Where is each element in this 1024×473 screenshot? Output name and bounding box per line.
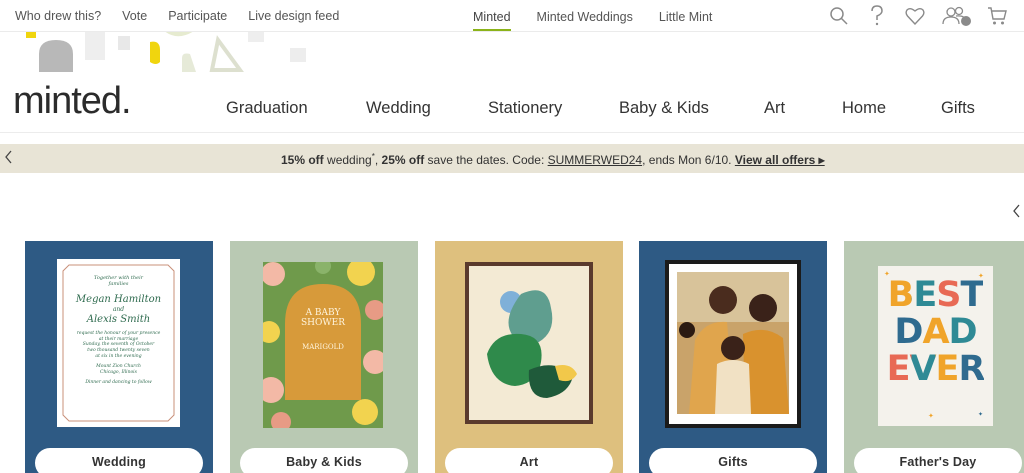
promo-text: 15% off wedding*, 25% off save the dates… xyxy=(281,152,825,167)
heart-icon[interactable] xyxy=(904,5,926,27)
card-label-baby-kids[interactable]: Baby & Kids xyxy=(240,448,408,473)
invite-name-1: Megan Hamilton xyxy=(75,293,162,305)
shower-line-3: MARIGOLD xyxy=(302,342,344,351)
nav-gifts[interactable]: Gifts xyxy=(941,99,975,118)
nav-graduation[interactable]: Graduation xyxy=(226,99,308,118)
nav-stationery[interactable]: Stationery xyxy=(488,99,562,118)
link-participate[interactable]: Participate xyxy=(168,9,227,23)
nav-home[interactable]: Home xyxy=(842,99,886,118)
category-card-fathers-day[interactable]: BEST DAD EVER ✦ ✦ ✦ ✦ Father's Day xyxy=(844,241,1024,473)
utility-links: Who drew this? Vote Participate Live des… xyxy=(15,9,360,23)
svg-text:✦: ✦ xyxy=(928,412,934,420)
shower-line-2: SHOWER xyxy=(301,318,345,329)
utility-bar: Who drew this? Vote Participate Live des… xyxy=(0,0,1024,32)
promo-prev-arrow-icon[interactable] xyxy=(4,150,14,167)
nav-art[interactable]: Art xyxy=(764,99,785,118)
site-tabs: Minted Minted Weddings Little Mint xyxy=(473,0,738,32)
nav-divider xyxy=(0,132,1024,133)
minted-logo[interactable]: minted. xyxy=(13,80,132,123)
card-label-fathers-day[interactable]: Father's Day xyxy=(854,448,1022,473)
nav-baby-kids[interactable]: Baby & Kids xyxy=(619,99,709,118)
card-label-art[interactable]: Art xyxy=(445,448,613,473)
tab-little-mint[interactable]: Little Mint xyxy=(659,0,713,32)
promo-wedding-label: wedding xyxy=(323,153,372,167)
promo-std-label: save the dates. Code: xyxy=(424,153,548,167)
category-card-wedding[interactable]: Together with their families Megan Hamil… xyxy=(25,241,213,473)
promo-std-discount: 25% off xyxy=(381,153,425,167)
search-icon[interactable] xyxy=(828,5,850,27)
invite-and: and xyxy=(112,306,125,313)
promo-banner: 15% off wedding*, 25% off save the dates… xyxy=(0,144,1024,173)
promo-wedding-discount: 15% off xyxy=(281,153,324,167)
invite-name-2: Alexis Smith xyxy=(86,313,151,325)
invite-detail-5: at six in the evening xyxy=(95,353,142,359)
utility-icons xyxy=(828,5,1008,27)
decorative-shapes xyxy=(0,32,330,77)
invite-venue-2: Chicago, Illinois xyxy=(100,369,137,375)
link-who-drew-this[interactable]: Who drew this? xyxy=(15,9,101,23)
svg-text:✦: ✦ xyxy=(884,270,890,278)
photo-gift-image xyxy=(665,260,801,428)
link-vote[interactable]: Vote xyxy=(122,9,147,23)
category-card-gifts[interactable]: Gifts xyxy=(639,241,827,473)
cart-icon[interactable] xyxy=(986,5,1008,27)
tab-minted[interactable]: Minted xyxy=(473,0,511,32)
account-icon[interactable] xyxy=(942,5,971,27)
card-label-gifts[interactable]: Gifts xyxy=(649,448,817,473)
nav-wedding[interactable]: Wedding xyxy=(366,99,431,118)
help-icon[interactable] xyxy=(866,5,888,27)
tab-minted-weddings[interactable]: Minted Weddings xyxy=(537,0,633,32)
svg-text:✦: ✦ xyxy=(978,272,984,280)
category-card-baby-kids[interactable]: A BABY SHOWER MARIGOLD Baby & Kids xyxy=(230,241,418,473)
account-badge xyxy=(961,16,971,26)
wedding-invitation-image: Together with their families Megan Hamil… xyxy=(57,259,180,427)
svg-text:✦: ✦ xyxy=(978,411,983,418)
fathers-day-card-image: BEST DAD EVER ✦ ✦ ✦ ✦ xyxy=(878,266,993,426)
promo-separator: , xyxy=(374,153,382,167)
view-all-offers-link[interactable]: View all offers ▸ xyxy=(735,153,825,167)
link-live-design-feed[interactable]: Live design feed xyxy=(248,9,339,23)
promo-code: SUMMERWED24 xyxy=(547,153,643,167)
card-label-wedding[interactable]: Wedding xyxy=(35,448,203,473)
baby-shower-card-image: A BABY SHOWER MARIGOLD xyxy=(263,262,383,428)
carousel-prev-arrow-icon[interactable] xyxy=(1012,203,1022,224)
shower-line-1: A BABY xyxy=(305,308,341,318)
invite-line-2: families xyxy=(108,281,129,288)
invite-venue-3: Dinner and dancing to follow xyxy=(85,380,152,386)
category-card-art[interactable]: Art xyxy=(435,241,623,473)
promo-ends: , ends Mon 6/10. xyxy=(642,153,735,167)
art-print-image xyxy=(465,262,593,424)
